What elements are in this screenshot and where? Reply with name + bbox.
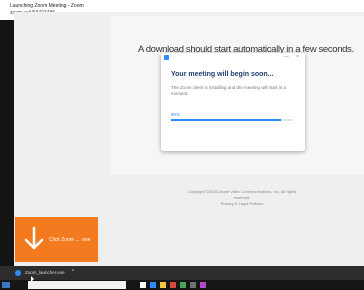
task-view-icon[interactable] (140, 282, 146, 288)
taskbar-search[interactable] (28, 281, 126, 289)
dialog-titlebar: — × (161, 53, 305, 62)
left-edge-panel (0, 20, 14, 266)
screen: Launching Zoom Meeting - Zoom zoom.us/j/… (0, 0, 364, 290)
zoom-install-dialog: — × Your meeting will begin soon... The … (161, 53, 305, 151)
progress-percent: 90% (171, 112, 181, 117)
browser-download-bar: Zoom_launcher.exe ^ (0, 266, 364, 280)
chrome-icon[interactable] (170, 282, 176, 288)
progress-bar (171, 119, 293, 121)
store-icon[interactable] (180, 282, 186, 288)
file-explorer-icon[interactable] (160, 282, 166, 288)
chevron-up-icon[interactable]: ^ (72, 269, 74, 275)
window-controls[interactable]: — × (284, 54, 302, 60)
download-prompt-callout[interactable]: Click Zoom ... .exe (15, 217, 98, 262)
tab-title[interactable]: Launching Zoom Meeting - Zoom (10, 3, 84, 9)
privacy-link[interactable]: Privacy & Legal Policies (182, 201, 302, 207)
taskbar (0, 280, 364, 290)
dialog-subtext: The Zoom client is installing and the me… (171, 85, 287, 96)
edge-icon[interactable] (150, 282, 156, 288)
footer-legal: Copyright ©2020 Zoom Video Communication… (182, 189, 302, 207)
zoom-app-icon (164, 55, 169, 60)
progress-fill (171, 119, 281, 121)
settings-icon[interactable] (190, 282, 196, 288)
dialog-heading: Your meeting will begin soon... (171, 71, 274, 78)
down-arrow-icon (24, 226, 44, 250)
copyright-text: Copyright ©2020 Zoom Video Communication… (187, 189, 297, 200)
zoom-file-icon (15, 270, 21, 276)
start-button[interactable] (2, 282, 10, 288)
mouse-cursor-icon (31, 276, 34, 282)
download-prompt-text: Click Zoom ... .exe (49, 237, 91, 243)
download-item-name[interactable]: Zoom_launcher.exe (25, 270, 65, 275)
app-icon[interactable] (200, 282, 206, 288)
